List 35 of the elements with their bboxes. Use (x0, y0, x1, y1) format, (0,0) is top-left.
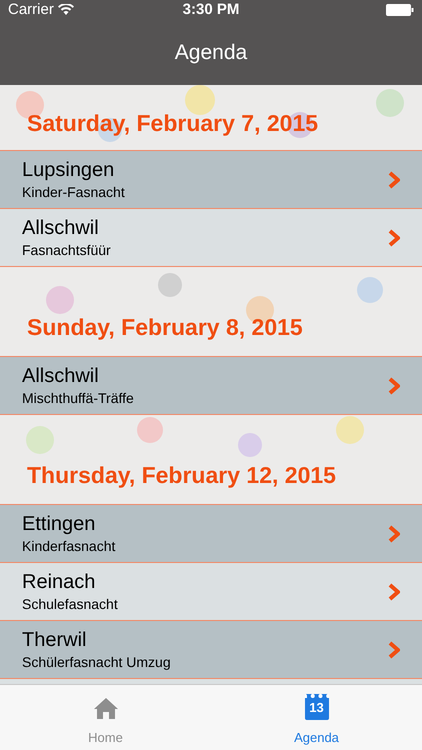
chevron-icon (388, 524, 400, 542)
event-place: Ettingen (22, 512, 96, 536)
event-row[interactable]: Lupsingen Kinder-Fasnacht (0, 151, 422, 209)
event-name: Kinderfasnacht (22, 536, 116, 556)
wifi-icon (58, 4, 74, 16)
battery-icon (386, 4, 414, 16)
chevron-icon (388, 582, 400, 600)
event-name: Schulefasnacht (22, 594, 119, 614)
event-row[interactable]: Ettingen Kinderfasnacht (0, 505, 422, 563)
section-date: Saturday, February 7, 2015 (27, 108, 318, 138)
chevron-icon (388, 640, 400, 658)
event-place: Allschwil (22, 216, 100, 240)
event-name: Kinder-Fasnacht (22, 182, 126, 202)
event-name: Schülerfasnacht Umzug (22, 652, 172, 672)
event-row[interactable]: Allschwil Fasnachtsfüür (0, 209, 422, 267)
section-date: Sunday, February 8, 2015 (27, 312, 303, 342)
event-row[interactable]: Reinach Schulefasnacht (0, 563, 422, 621)
nav-title: Agenda (174, 40, 248, 66)
tab-button[interactable]: 13 Agenda (211, 685, 422, 750)
event-place: Therwil (22, 628, 88, 652)
chevron-icon (388, 228, 400, 246)
house-icon (92, 696, 118, 720)
chevron-icon (388, 170, 400, 188)
event-place: Allschwil (22, 364, 100, 388)
calendar-icon: 13 (304, 694, 328, 720)
carrier-label: Carrier (8, 0, 54, 20)
event-place: Reinach (22, 570, 96, 594)
event-name: Mischthuffä-Träffe (22, 388, 135, 408)
event-name: Fasnachtsfüür (22, 240, 112, 260)
status-time: 3:30 PM (182, 0, 240, 20)
event-row[interactable]: Therwil Schülerfasnacht Umzug (0, 621, 422, 679)
section-date: Thursday, February 12, 2015 (27, 460, 336, 490)
event-place: Lupsingen (22, 158, 116, 182)
event-row[interactable]: Allschwil Mischthuffä-Träffe (0, 357, 422, 415)
chevron-icon (388, 376, 400, 394)
